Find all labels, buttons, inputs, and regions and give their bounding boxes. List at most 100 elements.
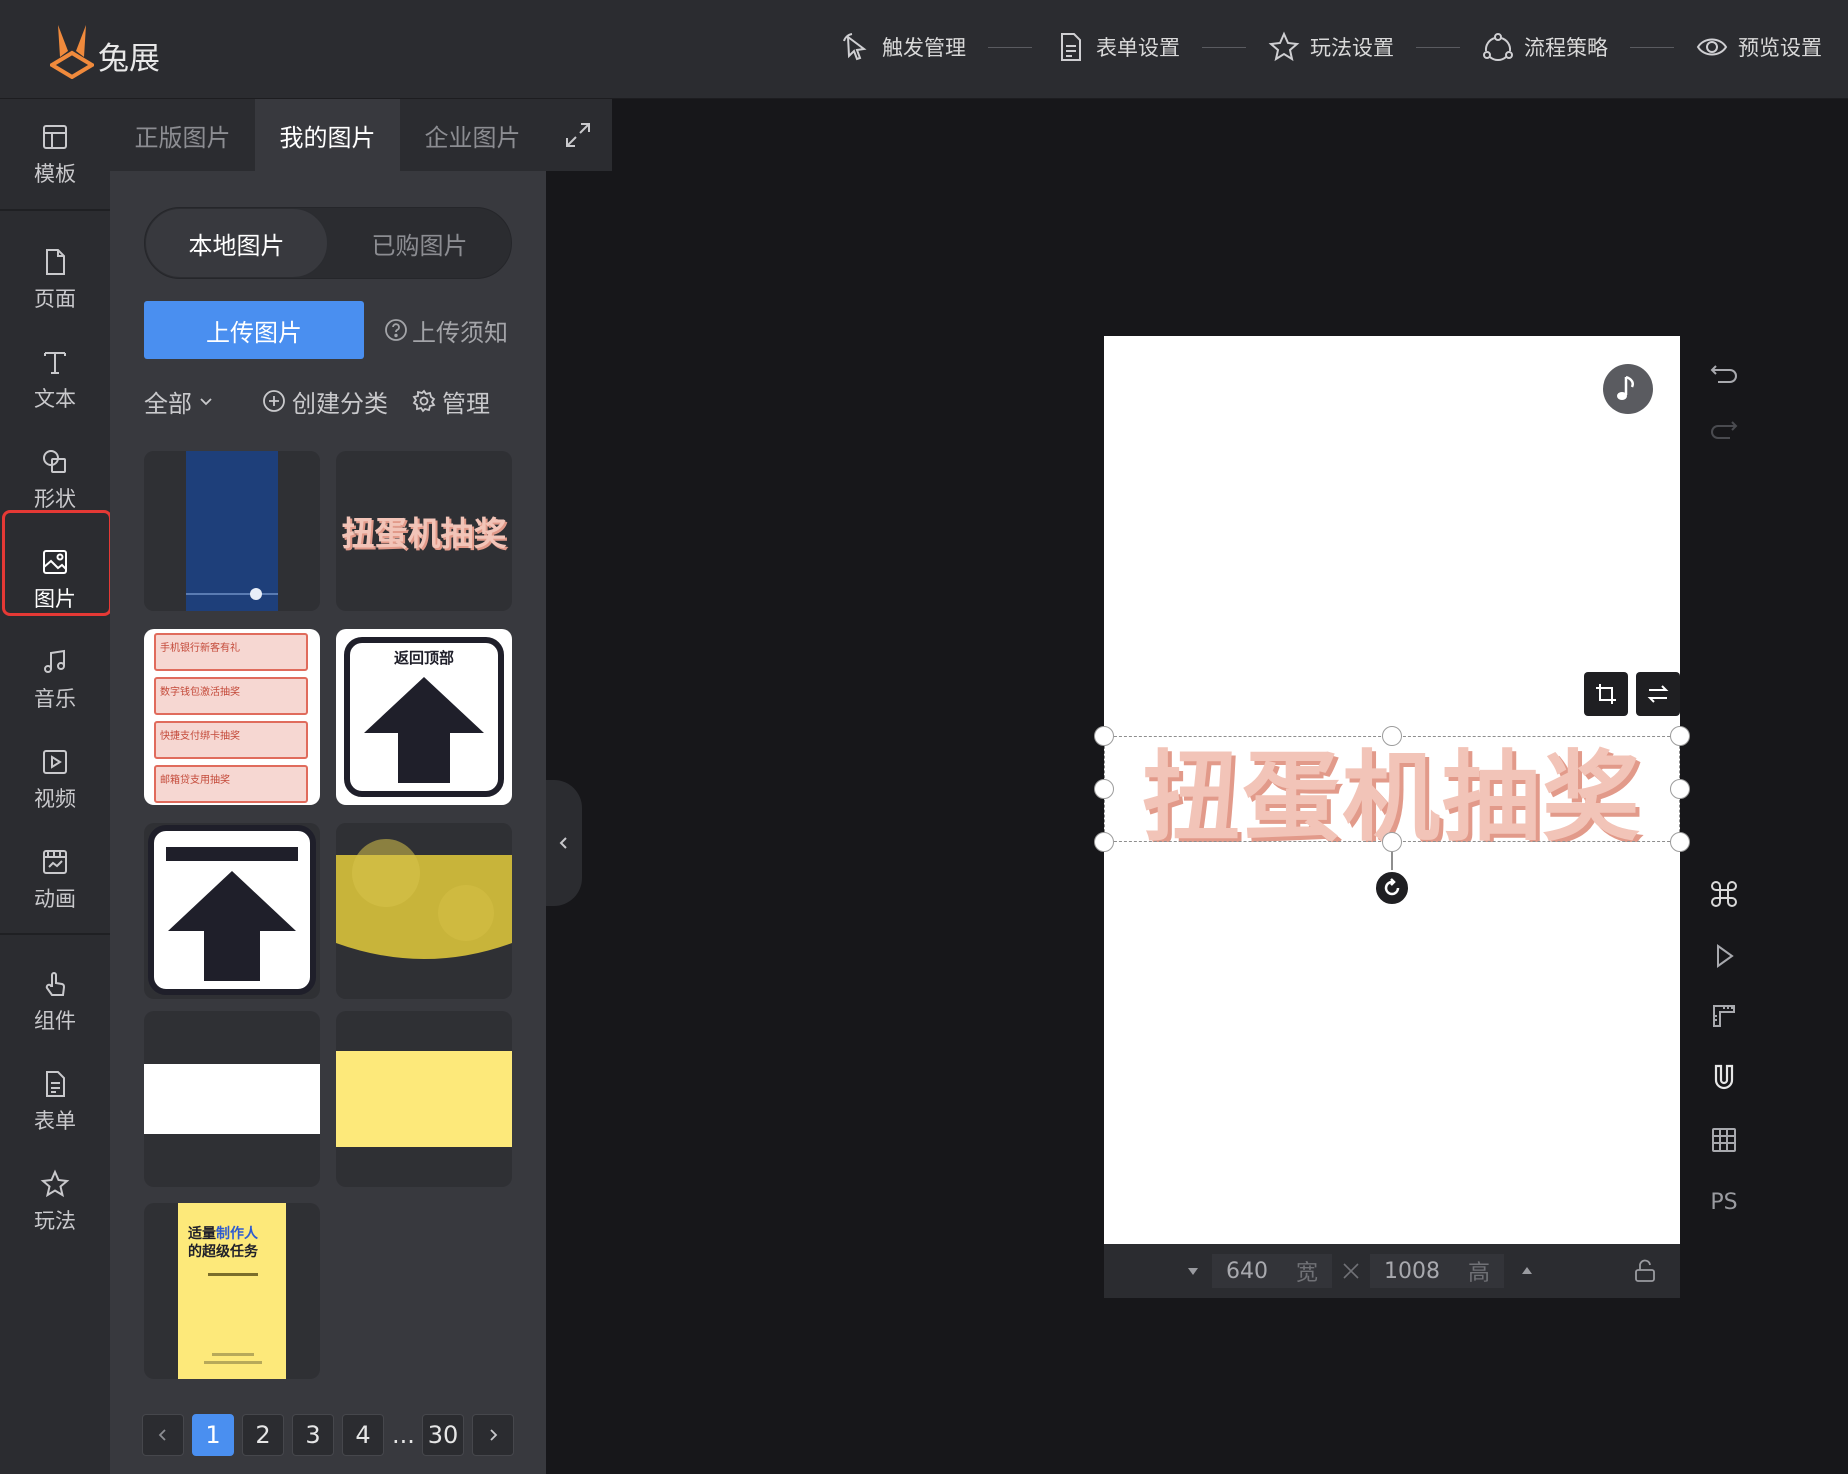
image-thumb[interactable]	[144, 1011, 320, 1187]
nav-item-component[interactable]: 组件	[0, 956, 110, 1048]
image-thumb[interactable]	[336, 1011, 512, 1187]
nav-item-animation[interactable]: 动画	[0, 834, 110, 926]
segment-purchased-images[interactable]: 已购图片	[328, 208, 511, 278]
nav-item-form[interactable]: 表单	[0, 1056, 110, 1148]
resize-handle[interactable]	[1670, 779, 1690, 799]
image-thumb[interactable]	[144, 451, 320, 611]
nav-divider	[0, 933, 110, 935]
gear-icon	[412, 389, 436, 413]
video-icon	[43, 750, 67, 774]
create-category-button[interactable]: 创建分类	[262, 384, 388, 419]
step-trigger[interactable]: 触发管理	[840, 31, 966, 63]
step-preview[interactable]: 预览设置	[1696, 31, 1822, 63]
ps-button[interactable]: PS	[1698, 1178, 1750, 1226]
image-thumb[interactable]: 返回顶部	[336, 629, 512, 805]
width-field[interactable]: 640 宽	[1212, 1254, 1333, 1288]
rabbit-logo-icon	[50, 25, 94, 79]
crop-button[interactable]	[1584, 672, 1628, 716]
app-logo[interactable]: 兔展	[50, 18, 160, 82]
nav-item-template[interactable]: 模板	[0, 109, 110, 201]
tab-licensed-images[interactable]: 正版图片	[110, 99, 255, 171]
image-thumb[interactable]	[144, 823, 320, 999]
image-source-tabs: 正版图片 我的图片 企业图片	[110, 99, 612, 171]
play-icon	[1717, 944, 1734, 968]
nav-item-music[interactable]: 音乐	[0, 634, 110, 726]
shortcut-button[interactable]	[1698, 870, 1750, 918]
resize-handle[interactable]	[1382, 726, 1402, 746]
image-thumb[interactable]: 手机银行新客有礼 数字钱包激活抽奖 快捷支付绑卡抽奖 邮箱贷支用抽奖	[144, 629, 320, 805]
up-arrow-icon	[168, 871, 296, 981]
rotate-handle[interactable]	[1374, 870, 1410, 906]
ruler-button[interactable]	[1698, 992, 1750, 1040]
resize-handle[interactable]	[1094, 726, 1114, 746]
page-button[interactable]: 2	[242, 1414, 284, 1456]
nav-item-image[interactable]: 图片	[0, 510, 112, 626]
resize-handle[interactable]	[1094, 832, 1114, 852]
caret-down-icon[interactable]	[1186, 1264, 1200, 1278]
segment-local-images[interactable]: 本地图片	[145, 208, 328, 278]
step-gameplay[interactable]: 玩法设置	[1268, 31, 1394, 63]
step-flow[interactable]: 流程策略	[1482, 31, 1608, 63]
step-form[interactable]: 表单设置	[1054, 31, 1180, 63]
resize-handle[interactable]	[1670, 832, 1690, 852]
resize-handle[interactable]	[1382, 832, 1402, 852]
editor-canvas[interactable]: 扭蛋机抽奖	[1094, 336, 1690, 1244]
upload-notice-link[interactable]: 上传须知	[384, 309, 508, 351]
thumb-poster-line	[204, 1361, 262, 1364]
resize-handle[interactable]	[1670, 726, 1690, 746]
image-thumb[interactable]: 适量制作人 的超级任务	[144, 1203, 320, 1379]
thumb-top-bar	[166, 847, 298, 861]
nav-item-text[interactable]: 文本	[0, 334, 110, 426]
music-toggle-button[interactable]	[1603, 364, 1653, 414]
upload-image-button[interactable]: 上传图片	[144, 301, 364, 359]
grid-icon	[1712, 1128, 1736, 1152]
up-arrow-icon	[364, 677, 484, 783]
page-button[interactable]: 30	[422, 1414, 464, 1456]
height-field[interactable]: 1008 高	[1370, 1254, 1505, 1288]
workflow-steps: 触发管理 表单设置 玩法设置 流程策略 预览设置	[840, 24, 1822, 70]
collapse-panel-button[interactable]	[546, 780, 582, 906]
nav-item-video[interactable]: 视频	[0, 734, 110, 826]
resize-handle[interactable]	[1094, 779, 1114, 799]
manage-button[interactable]: 管理	[412, 384, 490, 419]
thumb-label-text: 返回顶部	[393, 649, 454, 667]
tab-enterprise-images[interactable]: 企业图片	[400, 99, 545, 171]
page-icon	[46, 249, 65, 275]
magnet-icon	[1714, 1064, 1734, 1090]
expand-button[interactable]	[545, 99, 611, 171]
next-page-button[interactable]	[472, 1414, 514, 1456]
component-icon	[45, 972, 65, 996]
redo-button[interactable]	[1698, 406, 1750, 454]
caret-up-icon[interactable]	[1520, 1264, 1534, 1278]
nav-item-page[interactable]: 页面	[0, 234, 110, 326]
music-icon	[44, 649, 65, 673]
thumb-poster-line	[212, 1353, 254, 1356]
thumb-title-text: 扭蛋机抽奖	[341, 514, 507, 553]
unlock-icon[interactable]	[1632, 1258, 1658, 1284]
undo-button[interactable]	[1698, 350, 1750, 398]
pagination: 1 2 3 4 ... 30	[142, 1413, 514, 1457]
page-button[interactable]: 1	[192, 1414, 234, 1456]
rotate-stem	[1391, 852, 1393, 872]
swap-image-button[interactable]	[1636, 672, 1680, 716]
preview-play-button[interactable]	[1698, 932, 1750, 980]
times-icon	[1343, 1263, 1359, 1279]
category-filter-dropdown[interactable]: 全部	[144, 384, 214, 419]
page-button[interactable]: 4	[342, 1414, 384, 1456]
image-thumb[interactable]	[336, 823, 512, 999]
left-nav: 模板 页面 文本 形状 图片 音乐 视频 动画 组件 表单 玩法	[0, 99, 112, 1474]
star-icon	[1268, 31, 1300, 62]
nav-item-gameplay[interactable]: 玩法	[0, 1156, 110, 1248]
grid-button[interactable]	[1698, 1116, 1750, 1164]
page-button[interactable]: 3	[292, 1414, 334, 1456]
eye-icon	[1696, 38, 1728, 56]
swap-icon	[1647, 685, 1669, 703]
help-circle-icon	[385, 319, 407, 341]
selection-box	[1104, 736, 1680, 842]
image-thumb[interactable]: 扭蛋机抽奖	[336, 451, 512, 611]
thumb-row-text: 邮箱贷支用抽奖	[154, 765, 308, 803]
prev-page-button[interactable]	[142, 1414, 184, 1456]
pointer-icon	[843, 33, 867, 61]
magnet-button[interactable]	[1698, 1054, 1750, 1102]
tab-my-images[interactable]: 我的图片	[255, 99, 400, 171]
